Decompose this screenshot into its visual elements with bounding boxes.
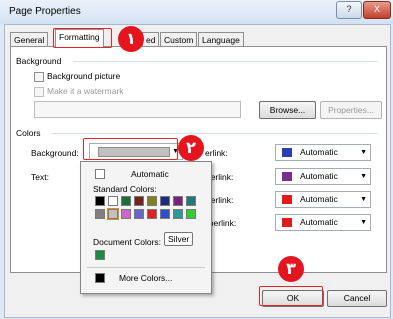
- document-color-swatch[interactable]: [95, 250, 105, 260]
- hyperlink-color-combo[interactable]: Automatic ▼: [275, 144, 371, 161]
- properties-button[interactable]: Properties...: [320, 101, 382, 119]
- title-bar: Page Properties ? X: [0, 0, 393, 24]
- ok-button-highlight: [259, 286, 323, 306]
- background-path-field[interactable]: [34, 101, 241, 118]
- more-colors-swatch: [95, 273, 105, 283]
- tab-custom[interactable]: Custom: [160, 32, 198, 47]
- watermark-checkbox[interactable]: [34, 87, 44, 97]
- step-badge-1: ١: [118, 26, 144, 52]
- standard-color-swatch[interactable]: [134, 196, 144, 206]
- group-divider: [73, 61, 378, 62]
- standard-color-swatch[interactable]: [108, 196, 118, 206]
- standard-color-swatch[interactable]: [186, 209, 196, 219]
- color-swatch: [282, 195, 292, 204]
- active-color-combo[interactable]: Automatic ▼: [275, 191, 371, 208]
- background-combo-highlight: [83, 138, 178, 160]
- standard-color-swatch[interactable]: [186, 196, 196, 206]
- tab-language[interactable]: Language: [198, 32, 244, 47]
- background-picture-checkbox[interactable]: [34, 72, 44, 82]
- standard-color-swatch[interactable]: [95, 209, 105, 219]
- colors-group-label: Colors: [16, 128, 41, 138]
- standard-color-swatch[interactable]: [173, 196, 183, 206]
- formatting-tab-highlight: [53, 28, 112, 48]
- tab-advanced[interactable]: ed: [142, 32, 160, 47]
- close-button[interactable]: X: [363, 1, 391, 19]
- color-picker-dropdown: Automatic Standard Colors: Document Colo…: [80, 161, 212, 294]
- menu-divider: [87, 267, 205, 268]
- window-title: Page Properties: [9, 6, 81, 17]
- visited-color-combo[interactable]: Automatic ▼: [275, 168, 371, 185]
- browse-button[interactable]: Browse...: [259, 101, 316, 119]
- background-group-label: Background: [16, 56, 62, 66]
- chevron-down-icon: ▼: [360, 219, 367, 226]
- color-swatch: [282, 148, 292, 157]
- color-swatch: [282, 218, 292, 227]
- more-colors-option[interactable]: More Colors...: [119, 273, 172, 283]
- combo-value: Automatic: [300, 147, 338, 157]
- document-colors-label: Document Colors:: [93, 237, 162, 247]
- color-tooltip: Silver: [164, 232, 194, 246]
- color-swatch: [282, 172, 292, 181]
- standard-colors-label: Standard Colors:: [93, 184, 157, 194]
- automatic-swatch[interactable]: [95, 169, 105, 179]
- combo-value: Automatic: [300, 217, 338, 227]
- standard-color-swatch[interactable]: [147, 196, 157, 206]
- chevron-down-icon: ▼: [360, 149, 367, 156]
- combo-value: Automatic: [300, 171, 338, 181]
- hyperlink-label: erlink:: [205, 148, 228, 158]
- group-divider: [51, 133, 378, 134]
- standard-color-swatch[interactable]: [107, 208, 119, 220]
- step-badge-2: ٢: [178, 135, 204, 161]
- standard-color-swatch[interactable]: [134, 209, 144, 219]
- automatic-option[interactable]: Automatic: [131, 169, 169, 179]
- standard-color-swatch[interactable]: [121, 209, 131, 219]
- background-picture-label: Background picture: [47, 71, 121, 81]
- background-color-label: Background:: [31, 148, 79, 158]
- standard-color-swatch[interactable]: [173, 209, 183, 219]
- watermark-label: Make it a watermark: [47, 86, 124, 96]
- cancel-button[interactable]: Cancel: [327, 290, 387, 307]
- standard-color-swatch[interactable]: [160, 209, 170, 219]
- chevron-down-icon: ▼: [360, 196, 367, 203]
- tab-general[interactable]: General: [10, 32, 49, 47]
- chevron-down-icon: ▼: [360, 173, 367, 180]
- step-badge-3: ٣: [278, 256, 304, 282]
- followed-color-combo[interactable]: Automatic ▼: [275, 214, 371, 231]
- help-button[interactable]: ?: [336, 1, 362, 19]
- standard-color-swatch[interactable]: [95, 196, 105, 206]
- combo-value: Automatic: [300, 194, 338, 204]
- text-color-label: Text:: [31, 172, 49, 182]
- standard-color-swatch[interactable]: [147, 209, 157, 219]
- standard-color-swatch[interactable]: [160, 196, 170, 206]
- standard-color-swatch[interactable]: [121, 196, 131, 206]
